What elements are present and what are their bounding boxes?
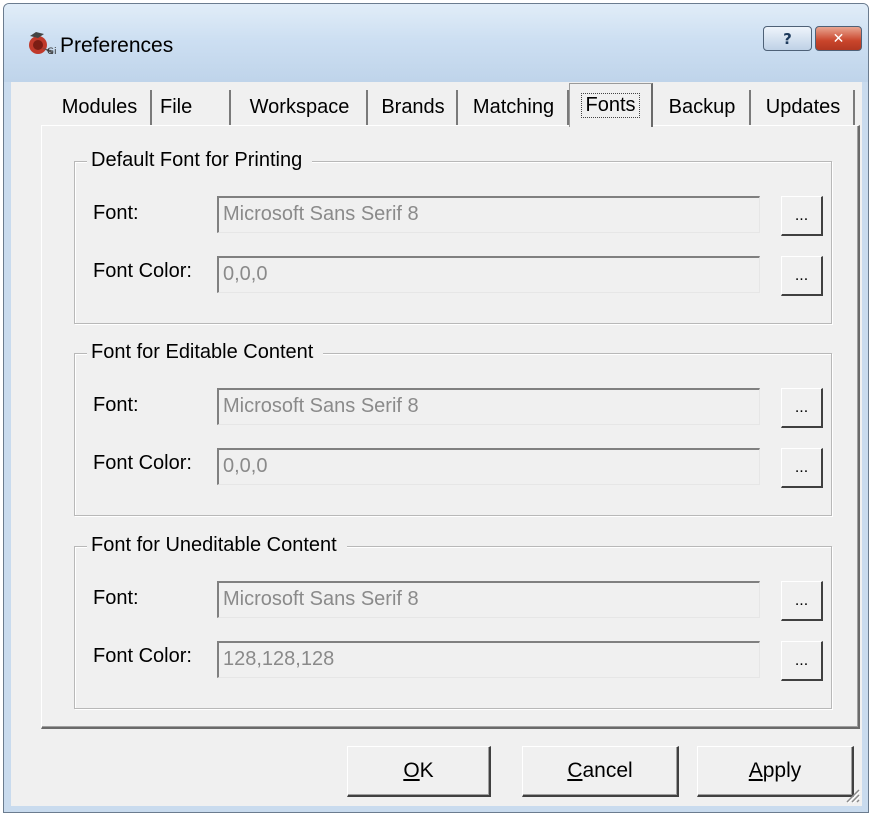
font-color-field[interactable]: 128,128,128: [217, 641, 760, 678]
uneditable-content-font-group: Font for Uneditable Content Font: Micros…: [74, 534, 832, 709]
font-field[interactable]: Microsoft Sans Serif 8: [217, 388, 760, 425]
window-title: Preferences: [60, 34, 174, 57]
title-bar[interactable]: Gi Preferences ? ✕: [4, 4, 868, 82]
help-icon: ?: [783, 29, 792, 48]
tab-strip: Modules File Workspace Brands Matching F…: [11, 82, 862, 127]
browse-color-button[interactable]: ...: [781, 641, 823, 681]
browse-color-button[interactable]: ...: [781, 256, 823, 296]
font-label: Font:: [93, 394, 139, 416]
tab-fonts[interactable]: Fonts: [569, 83, 653, 127]
close-icon: ✕: [832, 30, 845, 47]
resize-grip-icon[interactable]: [841, 784, 861, 804]
browse-font-button[interactable]: ...: [781, 581, 823, 621]
help-button[interactable]: ?: [763, 26, 812, 51]
tab-brands[interactable]: Brands: [370, 90, 458, 125]
preferences-dialog: Gi Preferences ? ✕ Modules File Workspac…: [3, 3, 869, 813]
font-color-label: Font Color:: [93, 645, 192, 667]
editable-content-font-group: Font for Editable Content Font: Microsof…: [74, 341, 832, 516]
font-color-field[interactable]: 0,0,0: [217, 448, 760, 485]
default-print-font-group: Default Font for Printing Font: Microsof…: [74, 149, 832, 324]
font-field[interactable]: Microsoft Sans Serif 8: [217, 196, 760, 233]
ok-button[interactable]: OK: [347, 746, 491, 797]
cancel-label: Cancel: [567, 759, 633, 782]
close-button[interactable]: ✕: [815, 26, 862, 51]
tab-workspace[interactable]: Workspace: [233, 90, 368, 125]
group-title: Font for Uneditable Content: [87, 534, 347, 557]
font-label: Font:: [93, 202, 139, 224]
cancel-button[interactable]: Cancel: [522, 746, 679, 797]
apply-button[interactable]: Apply: [697, 746, 854, 797]
browse-font-button[interactable]: ...: [781, 388, 823, 428]
font-label: Font:: [93, 587, 139, 609]
group-title: Default Font for Printing: [87, 149, 313, 172]
app-icon: Gi: [29, 32, 56, 56]
group-title: Font for Editable Content: [87, 341, 324, 364]
browse-font-button[interactable]: ...: [781, 196, 823, 236]
dialog-client-area: Modules File Workspace Brands Matching F…: [11, 82, 862, 806]
svg-text:Gi: Gi: [47, 47, 56, 56]
tab-matching[interactable]: Matching: [460, 90, 569, 125]
font-color-label: Font Color:: [93, 452, 192, 474]
apply-label: Apply: [748, 759, 802, 782]
ok-label: OK: [403, 759, 434, 782]
tab-backup[interactable]: Backup: [655, 90, 751, 125]
tab-file[interactable]: File: [154, 90, 231, 125]
tab-updates[interactable]: Updates: [753, 90, 855, 125]
fonts-tab-panel: Default Font for Printing Font: Microsof…: [41, 125, 860, 729]
font-field[interactable]: Microsoft Sans Serif 8: [217, 581, 760, 618]
font-color-label: Font Color:: [93, 260, 192, 282]
font-color-field[interactable]: 0,0,0: [217, 256, 760, 293]
tab-modules[interactable]: Modules: [49, 90, 152, 125]
browse-color-button[interactable]: ...: [781, 448, 823, 488]
